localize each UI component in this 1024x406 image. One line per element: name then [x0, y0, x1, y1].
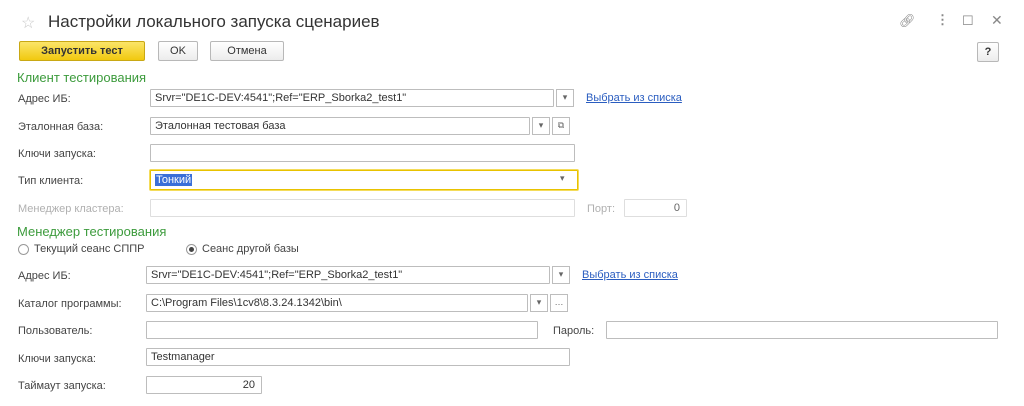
password-field[interactable] — [606, 321, 998, 339]
run-test-button[interactable]: Запустить тест — [19, 41, 145, 61]
close-icon[interactable]: ✕ — [991, 12, 1003, 29]
port-field[interactable]: 0 — [624, 199, 687, 217]
reference-base-open-icon[interactable]: ⧉ — [552, 117, 570, 135]
manager-launch-keys-label: Ключи запуска: — [18, 353, 96, 365]
client-ib-address-label: Адрес ИБ: — [18, 93, 71, 105]
manager-select-from-list-link[interactable]: Выбрать из списка — [582, 269, 678, 281]
manager-ib-address-field[interactable]: Srvr="DE1C-DEV:4541";Ref="ERP_Sborka2_te… — [146, 266, 550, 284]
timeout-label: Таймаут запуска: — [18, 380, 106, 392]
reference-base-dropdown[interactable]: ▾ — [532, 117, 550, 135]
client-type-label: Тип клиента: — [18, 175, 84, 187]
password-label: Пароль: — [553, 325, 595, 337]
program-dir-field[interactable]: C:\Program Files\1cv8\8.3.24.1342\bin\ — [146, 294, 528, 312]
client-select-from-list-link[interactable]: Выбрать из списка — [586, 92, 682, 104]
help-button[interactable]: ? — [977, 42, 999, 62]
more-menu-icon[interactable]: ⋮ — [936, 12, 949, 28]
program-dir-dropdown[interactable]: ▾ — [530, 294, 548, 312]
client-ib-address-field[interactable]: Srvr="DE1C-DEV:4541";Ref="ERP_Sborka2_te… — [150, 89, 554, 107]
client-launch-keys-label: Ключи запуска: — [18, 148, 96, 160]
cluster-manager-label: Менеджер кластера: — [18, 203, 124, 215]
client-type-dropdown-icon[interactable]: ▾ — [560, 173, 565, 184]
user-field[interactable] — [146, 321, 538, 339]
radio-current-session-label: Текущий сеанс СППР — [34, 243, 145, 255]
cancel-button[interactable]: Отмена — [210, 41, 284, 61]
radio-current-session[interactable] — [18, 244, 29, 255]
client-type-select[interactable]: Тонкий — [150, 170, 578, 190]
radio-other-base-session-label: Сеанс другой базы — [202, 243, 299, 255]
reference-base-field[interactable]: Эталонная тестовая база — [150, 117, 530, 135]
radio-other-base-session[interactable] — [186, 244, 197, 255]
manager-ib-address-label: Адрес ИБ: — [18, 270, 71, 282]
client-section-title: Клиент тестирования — [17, 70, 147, 85]
manager-launch-keys-field[interactable]: Testmanager — [146, 348, 570, 366]
favorite-star-icon[interactable]: ☆ — [21, 13, 35, 33]
client-launch-keys-field[interactable] — [150, 144, 575, 162]
link-icon[interactable]: 🔗︎ — [899, 13, 916, 29]
client-type-value: Тонкий — [155, 174, 193, 186]
port-label: Порт: — [587, 203, 615, 215]
reference-base-label: Эталонная база: — [18, 121, 104, 133]
program-dir-label: Каталог программы: — [18, 298, 122, 310]
maximize-icon[interactable]: ☐ — [962, 13, 974, 29]
client-ib-address-dropdown[interactable]: ▾ — [556, 89, 574, 107]
manager-section-title: Менеджер тестирования — [17, 224, 167, 239]
program-dir-browse-button[interactable]: … — [550, 294, 568, 312]
window-title: Настройки локального запуска сценариев — [48, 12, 380, 31]
cluster-manager-field[interactable] — [150, 199, 575, 217]
timeout-field[interactable]: 20 — [146, 376, 262, 394]
manager-ib-address-dropdown[interactable]: ▾ — [552, 266, 570, 284]
ok-button[interactable]: OK — [158, 41, 198, 61]
user-label: Пользователь: — [18, 325, 93, 337]
